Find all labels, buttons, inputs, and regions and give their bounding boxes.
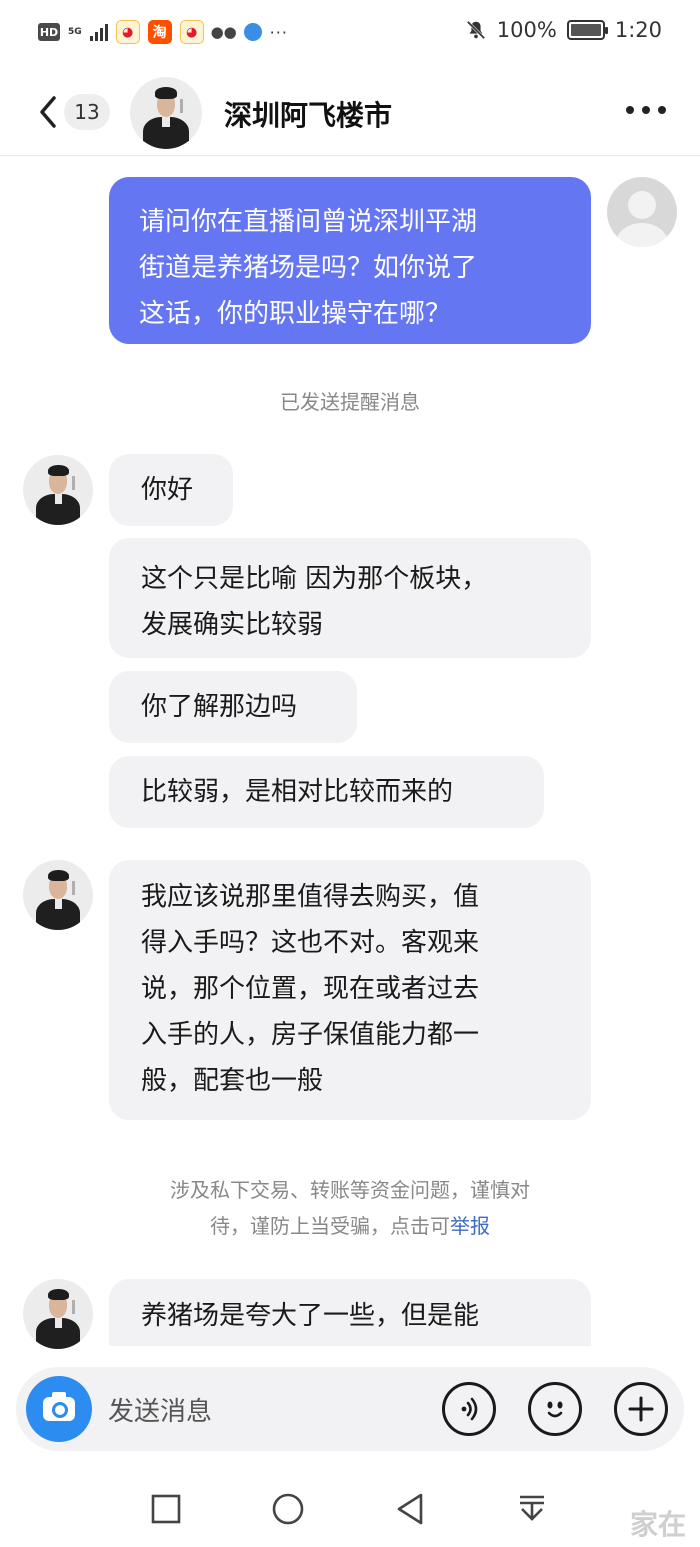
battery-percent: 100% bbox=[496, 18, 557, 42]
signal-icon bbox=[89, 23, 108, 41]
message-line: 发展确实比较弱 bbox=[141, 610, 324, 640]
home-icon[interactable] bbox=[271, 1492, 305, 1526]
warning-line: 涉及私下交易、转账等资金问题，谨慎对 bbox=[170, 1178, 530, 1202]
camera-icon bbox=[43, 1392, 75, 1421]
received-message-bubble[interactable]: 这个只是比喻 因为那个板块， 发展确实比较弱 bbox=[109, 538, 591, 658]
back-arrow-icon[interactable] bbox=[34, 92, 64, 132]
mute-icon bbox=[466, 20, 486, 40]
system-notice: 已发送提醒消息 bbox=[280, 390, 420, 414]
camera-button[interactable] bbox=[26, 1376, 92, 1442]
contact-avatar-small[interactable] bbox=[23, 860, 93, 930]
message-line: 得入手吗？这也不对。客观来 bbox=[141, 928, 480, 958]
sent-message-line: 请问你在直播间曾说深圳平湖 bbox=[139, 207, 478, 237]
notification-pull-icon[interactable] bbox=[515, 1492, 549, 1526]
hd-indicator: HD bbox=[38, 23, 60, 41]
status-bar: HD 5G ◕ 淘 ◕ ●● ··· 100% 1:20 bbox=[0, 0, 700, 70]
chat-clip-region: 养猪场是夸大了一些，但是能 bbox=[0, 1270, 700, 1346]
contact-avatar-small[interactable] bbox=[23, 455, 93, 525]
sent-message-bubble[interactable]: 请问你在直播间曾说深圳平湖 街道是养猪场是吗？如你说了 这话，你的职业操守在哪？ bbox=[109, 177, 591, 344]
more-notifications-icon: ··· bbox=[269, 22, 288, 42]
message-line: 般，配套也一般 bbox=[141, 1066, 324, 1096]
report-link[interactable]: 举报 bbox=[450, 1214, 490, 1238]
voice-icon bbox=[461, 1397, 478, 1421]
sent-message-line: 街道是养猪场是吗？如你说了 bbox=[139, 253, 478, 283]
warning-line: 待，谨防上当受骗，点击可 bbox=[210, 1214, 450, 1238]
weibo-notification-icon: ◕ bbox=[115, 20, 140, 44]
sent-message-line: 这话，你的职业操守在哪？ bbox=[139, 299, 452, 329]
safety-warning: 涉及私下交易、转账等资金问题，谨慎对 待，谨防上当受骗，点击可举报 bbox=[130, 1172, 570, 1244]
message-input-bar: 发送消息 bbox=[16, 1367, 684, 1451]
voice-button[interactable] bbox=[442, 1382, 496, 1436]
received-message-bubble[interactable]: 养猪场是夸大了一些，但是能 bbox=[109, 1279, 591, 1346]
message-text: 养猪场是夸大了一些，但是能 bbox=[141, 1301, 480, 1331]
my-avatar[interactable] bbox=[607, 177, 677, 247]
back-nav-icon[interactable] bbox=[393, 1492, 427, 1526]
contact-avatar[interactable] bbox=[130, 77, 202, 149]
watermark: 家在 bbox=[629, 1508, 686, 1541]
more-options-icon[interactable] bbox=[626, 106, 666, 114]
received-message-bubble[interactable]: 比较弱，是相对比较而来的 bbox=[109, 756, 544, 828]
message-text: 你好 bbox=[141, 475, 194, 505]
received-message-bubble[interactable]: 你了解那边吗 bbox=[109, 671, 357, 743]
unread-count-badge[interactable]: 13 bbox=[64, 94, 110, 130]
plus-icon bbox=[628, 1396, 654, 1422]
browser-notification-icon bbox=[243, 23, 262, 41]
message-line: 入手的人，房子保值能力都一 bbox=[141, 1020, 480, 1050]
message-text: 比较弱，是相对比较而来的 bbox=[141, 777, 454, 807]
message-text: 你了解那边吗 bbox=[141, 692, 298, 722]
wechat-notification-icon: ●● bbox=[211, 20, 237, 44]
emoji-icon bbox=[547, 1401, 563, 1418]
taobao-notification-icon: 淘 bbox=[147, 20, 172, 44]
received-message-bubble[interactable]: 你好 bbox=[109, 454, 233, 526]
weibo-notification-icon-2: ◕ bbox=[179, 20, 204, 44]
message-line: 这个只是比喻 因为那个板块， bbox=[141, 564, 488, 594]
battery-icon bbox=[566, 20, 608, 40]
emoji-button[interactable] bbox=[528, 1382, 582, 1436]
message-line: 说，那个位置，现在或者过去 bbox=[141, 974, 480, 1004]
add-button[interactable] bbox=[614, 1382, 668, 1436]
recent-apps-icon[interactable] bbox=[149, 1492, 183, 1526]
contact-name: 深圳阿飞楼市 bbox=[224, 99, 393, 132]
message-line: 我应该说那里值得去购买，值 bbox=[141, 882, 480, 912]
network-type: 5G bbox=[68, 26, 82, 37]
message-input[interactable]: 发送消息 bbox=[108, 1391, 212, 1428]
system-navigation-bar bbox=[0, 1470, 700, 1547]
chat-header: 13 深圳阿飞楼市 bbox=[0, 70, 700, 156]
clock: 1:20 bbox=[614, 18, 662, 42]
received-message-bubble[interactable]: 我应该说那里值得去购买，值 得入手吗？这也不对。客观来 说，那个位置，现在或者过… bbox=[109, 860, 591, 1120]
